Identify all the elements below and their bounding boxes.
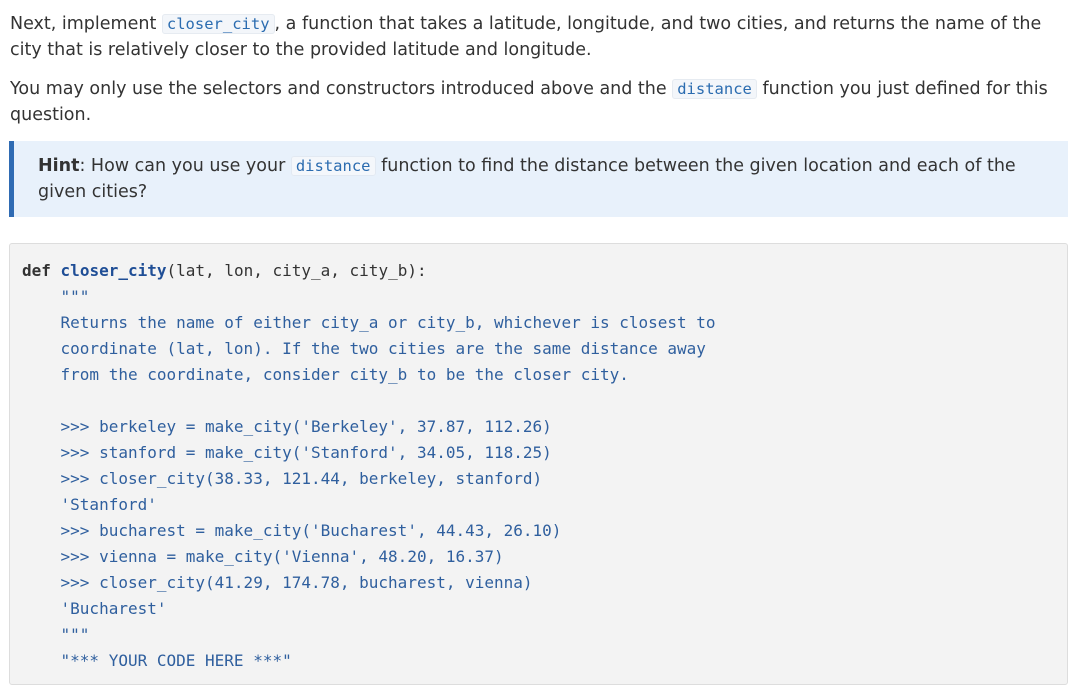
code-line: """ bbox=[22, 287, 90, 306]
code-block: def closer_city(lat, lon, city_a, city_b… bbox=[9, 243, 1068, 685]
hint-text: Hint: How can you use your distance func… bbox=[38, 153, 1048, 205]
code-line: """ bbox=[22, 625, 90, 644]
restriction-paragraph: You may only use the selectors and const… bbox=[10, 76, 1066, 128]
code-line: >>> closer_city(38.33, 121.44, berkeley,… bbox=[22, 469, 543, 488]
code-line: 'Bucharest' bbox=[22, 599, 167, 618]
hint-text-before: : How can you use your bbox=[79, 156, 291, 176]
code-keyword-def: def bbox=[22, 261, 51, 280]
code-line: "*** YOUR CODE HERE ***" bbox=[22, 651, 292, 670]
code-line: coordinate (lat, lon). If the two cities… bbox=[22, 339, 706, 358]
hint-box: Hint: How can you use your distance func… bbox=[9, 141, 1068, 217]
hint-label: Hint bbox=[38, 156, 80, 176]
code-line: >>> stanford = make_city('Stanford', 34.… bbox=[22, 443, 552, 462]
code-line: >>> bucharest = make_city('Bucharest', 4… bbox=[22, 521, 562, 540]
hint-inline-code-distance: distance bbox=[290, 156, 376, 176]
code-line: from the coordinate, consider city_b to … bbox=[22, 365, 629, 384]
intro-paragraph: Next, implement closer_city, a function … bbox=[10, 11, 1066, 63]
code-line: >>> vienna = make_city('Vienna', 48.20, … bbox=[22, 547, 504, 566]
code-function-name: closer_city bbox=[60, 261, 167, 280]
inline-code-closer-city: closer_city bbox=[161, 14, 275, 34]
code-content: def closer_city(lat, lon, city_a, city_b… bbox=[22, 258, 716, 674]
intro-text-before: Next, implement bbox=[10, 14, 162, 34]
code-signature: (lat, lon, city_a, city_b): bbox=[166, 261, 427, 280]
code-line: Returns the name of either city_a or cit… bbox=[22, 313, 716, 332]
restriction-text-before: You may only use the selectors and const… bbox=[10, 79, 673, 99]
inline-code-distance: distance bbox=[672, 79, 757, 99]
code-line: 'Stanford' bbox=[22, 495, 157, 514]
code-line: >>> closer_city(41.29, 174.78, bucharest… bbox=[22, 573, 533, 592]
code-line: >>> berkeley = make_city('Berkeley', 37.… bbox=[22, 417, 552, 436]
